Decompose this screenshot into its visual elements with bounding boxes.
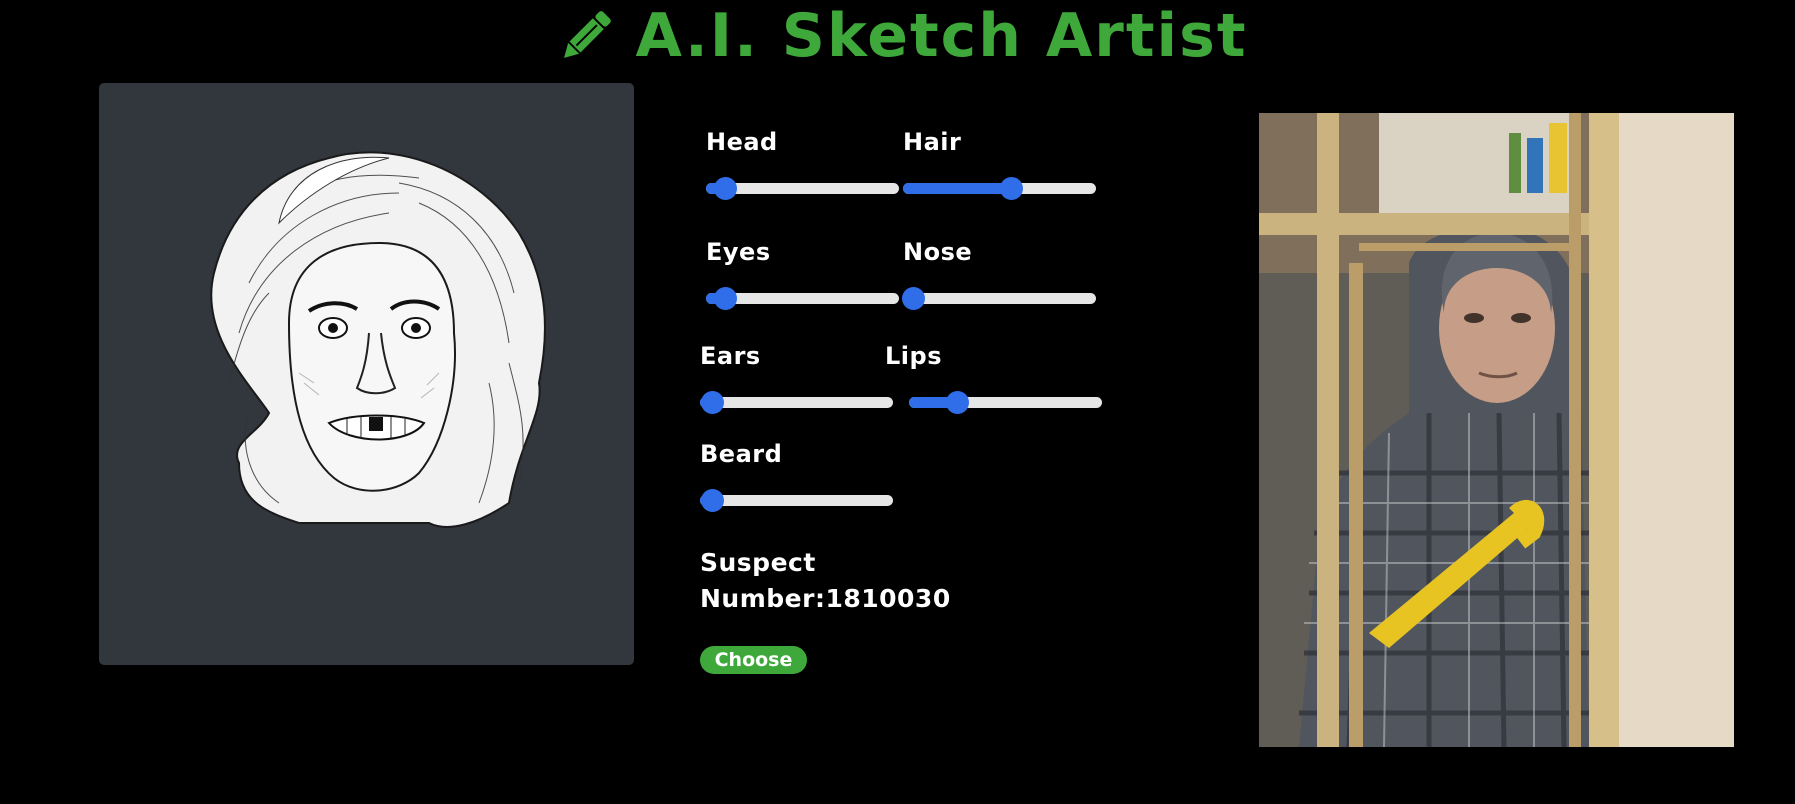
ears-slider-thumb[interactable] <box>701 391 724 414</box>
head-slider-thumb[interactable] <box>714 177 737 200</box>
lips-slider-thumb[interactable] <box>946 391 969 414</box>
beard-slider[interactable] <box>700 489 893 512</box>
title-wrap: A.I. Sketch Artist <box>555 5 1247 67</box>
hair-slider-fill <box>903 183 1011 194</box>
nose-slider-thumb[interactable] <box>902 287 925 310</box>
nose-label: Nose <box>903 238 973 266</box>
ears-label: Ears <box>700 342 761 370</box>
eyes-slider-thumb[interactable] <box>714 287 737 310</box>
eyes-label: Eyes <box>706 238 771 266</box>
hair-label: Hair <box>903 128 962 156</box>
nose-slider[interactable] <box>902 287 1096 310</box>
pencil-icon <box>564 11 612 58</box>
hair-slider[interactable] <box>903 177 1096 200</box>
suspect-photo <box>1259 113 1734 747</box>
suspect-label: Suspect <box>700 548 816 577</box>
beard-label: Beard <box>700 440 783 468</box>
sketch-face-image <box>210 151 546 528</box>
sketch-panel <box>99 83 634 665</box>
head-label: Head <box>706 128 778 156</box>
eyes-slider[interactable] <box>706 287 899 310</box>
beard-slider-thumb[interactable] <box>701 489 724 512</box>
lips-slider[interactable] <box>909 391 1102 414</box>
head-slider[interactable] <box>706 177 899 200</box>
suspect-photo-image <box>1259 113 1734 747</box>
ears-slider[interactable] <box>700 391 893 414</box>
app-header: A.I. Sketch Artist <box>0 0 1795 72</box>
choose-button[interactable]: Choose <box>700 646 807 674</box>
page-title: A.I. Sketch Artist <box>635 1 1248 71</box>
hair-slider-thumb[interactable] <box>1000 177 1023 200</box>
suspect-number: Number:1810030 <box>700 584 951 613</box>
lips-label: Lips <box>885 342 942 370</box>
